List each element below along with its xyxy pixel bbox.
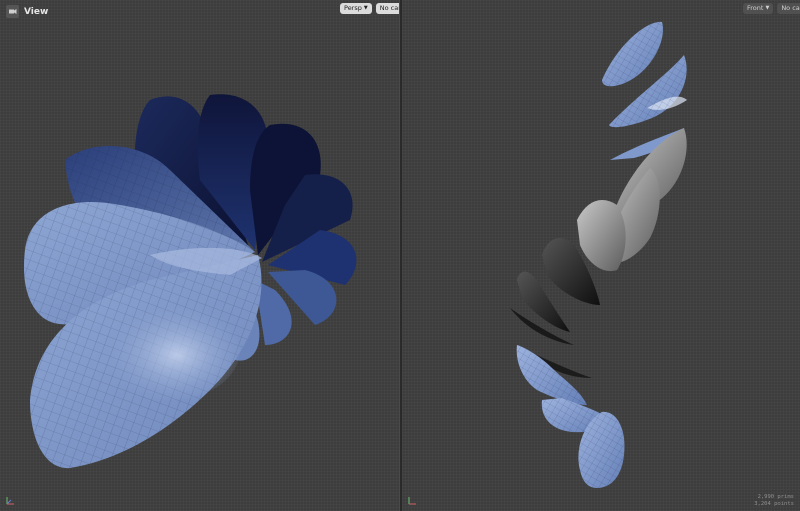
prims-count: 2,990 prims (757, 494, 794, 500)
viewport-camera-controls: Persp ▼ No cam ▼ (340, 3, 399, 14)
axis-gizmo-icon (6, 497, 14, 505)
viewport-title: View (24, 6, 49, 17)
front-viewport[interactable]: Front ▼ No cam ▼ 2,990 prims 3,204 point… (402, 0, 800, 511)
perspective-viewport[interactable]: View Persp ▼ No cam ▼ (0, 0, 399, 511)
viewport-camera-controls: Front ▼ No cam ▼ (743, 3, 800, 14)
flower-petals-3d-mesh (23, 94, 357, 469)
camera-mode-dropdown[interactable]: Front ▼ (743, 3, 774, 14)
chevron-down-icon: ▼ (363, 5, 368, 11)
camera-mode-label: Front (747, 4, 764, 12)
points-count: 3,204 points (754, 501, 794, 507)
camera-select-label: No cam (781, 4, 800, 12)
petal-slices-front-view (510, 21, 687, 488)
viewport-header: View (6, 5, 48, 18)
geometry-stats: 2,990 prims 3,204 points (754, 494, 794, 508)
camera-select-label: No cam (379, 4, 399, 12)
camera-select-dropdown[interactable]: No cam ▼ (375, 3, 399, 14)
houdini-scene-viewer: View Persp ▼ No cam ▼ (0, 0, 800, 511)
camera-select-dropdown[interactable]: No cam ▼ (777, 3, 800, 14)
camera-mode-label: Persp (344, 4, 362, 12)
camera-mode-dropdown[interactable]: Persp ▼ (340, 3, 372, 14)
camera-view-icon[interactable] (6, 5, 19, 18)
chevron-down-icon: ▼ (765, 5, 770, 11)
axis-gizmo-icon (408, 497, 416, 505)
